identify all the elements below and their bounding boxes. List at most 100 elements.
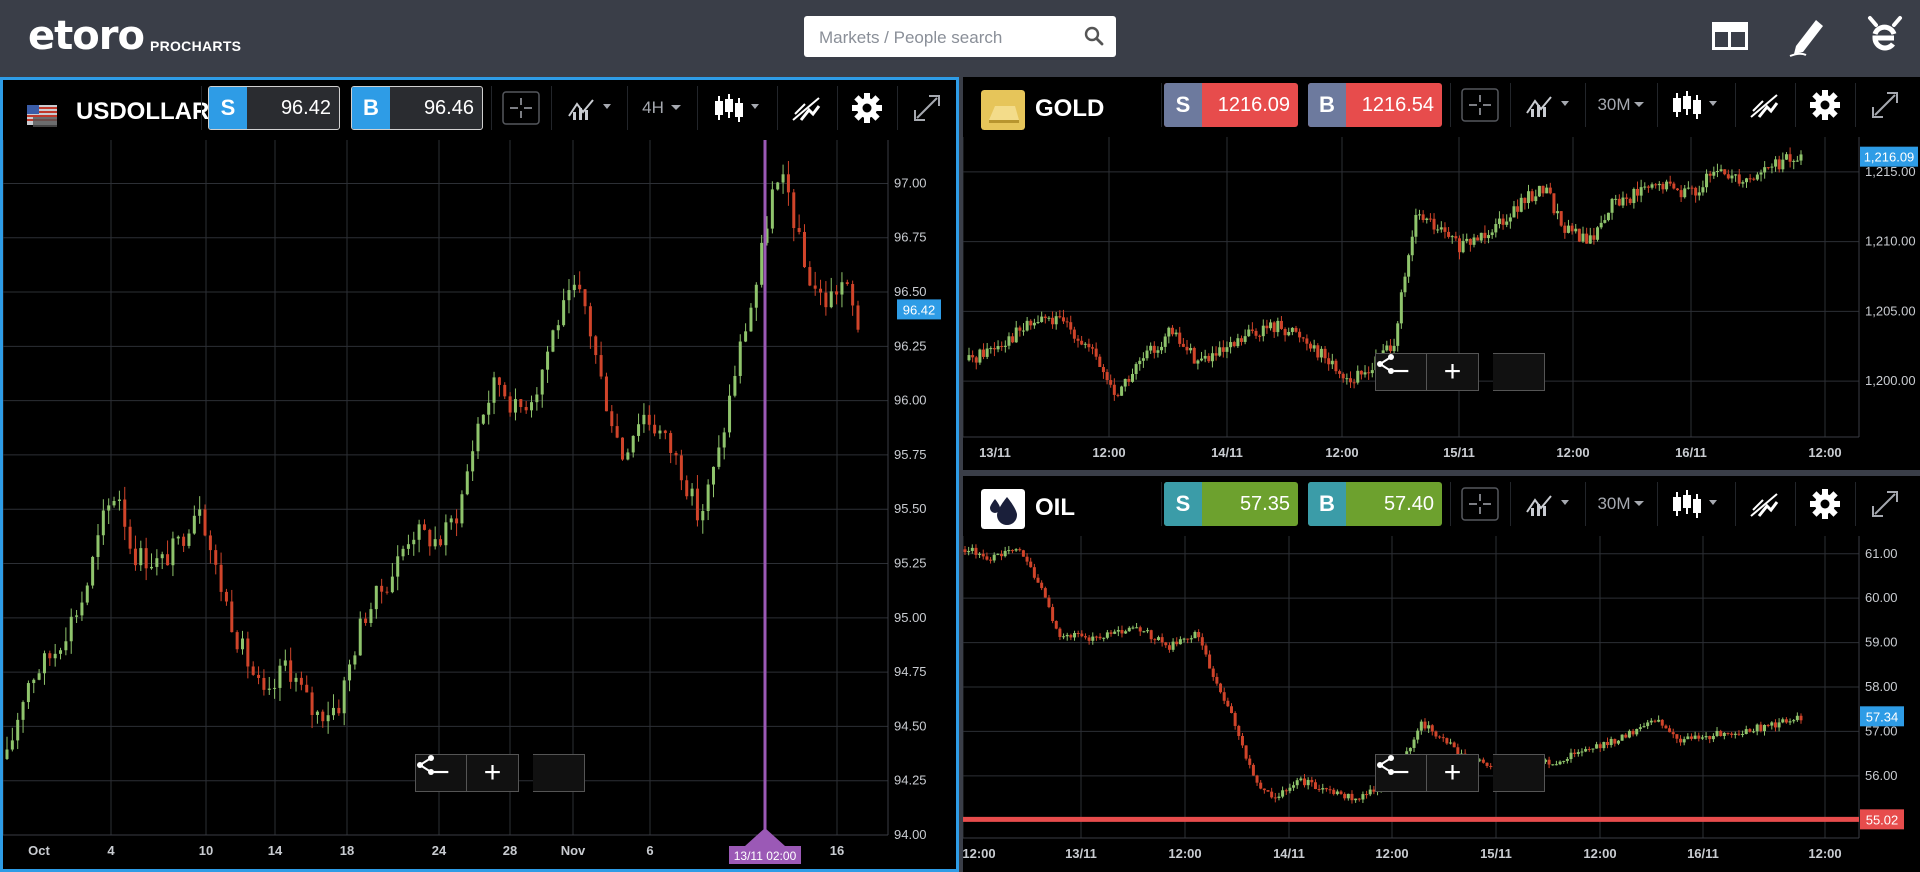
candle-body — [626, 452, 630, 460]
buy-button[interactable]: B 57.40 — [1308, 482, 1442, 526]
etoro-logo[interactable]: etoro PROCHARTS — [28, 12, 241, 56]
candle-body — [1047, 317, 1051, 319]
oil-chart-area[interactable]: 61.0060.0059.0058.0057.0056.0055.0012:00… — [963, 536, 1920, 872]
layout-icon[interactable] — [1708, 14, 1752, 58]
x-tick-label: Oct — [28, 843, 50, 858]
candle-body — [808, 267, 812, 286]
gold-chart-area[interactable]: 1,215.00 1,210.00 1,205.00 1,200.00 13/11 12:… — [963, 137, 1920, 470]
timeframe-label: 30M — [1597, 494, 1631, 513]
candle-body — [1036, 577, 1040, 583]
candle-body — [1338, 371, 1342, 374]
candles-icon[interactable] — [1665, 482, 1725, 526]
candle-body — [1102, 637, 1106, 639]
crosshair-icon[interactable] — [1458, 482, 1502, 526]
candle-body — [1299, 778, 1303, 781]
sell-button[interactable]: S 57.35 — [1164, 482, 1298, 526]
y-tick-label: 94.50 — [894, 718, 927, 733]
candles-icon[interactable] — [1665, 83, 1725, 127]
drawing-icon[interactable] — [785, 86, 829, 130]
oil-chart-panel[interactable]: OIL S 57.35 B 57.40 30M 61.00 60.00 59.0… — [963, 476, 1920, 872]
candle-body — [1341, 373, 1345, 379]
gear-icon[interactable] — [1803, 83, 1847, 127]
y-tick-label: 95.25 — [894, 556, 927, 571]
sell-button[interactable]: S 96.42 — [208, 86, 340, 130]
oil-candlestick-chart[interactable]: 61.0060.0059.0058.0057.0056.0055.0012:00… — [963, 536, 1920, 872]
candle-body — [786, 174, 790, 193]
share-button[interactable] — [1377, 754, 1545, 792]
candle-body — [465, 471, 469, 495]
share-button[interactable] — [1377, 353, 1545, 391]
candle-body — [1741, 733, 1745, 735]
candle-body — [1127, 627, 1131, 632]
candle-body — [992, 554, 996, 561]
buy-button[interactable]: B 1216.54 — [1308, 83, 1442, 127]
gold-chart-panel[interactable]: GOLD S 1216.09 B 1216.54 30M 1,215.00 1,… — [963, 77, 1920, 470]
candle-body — [1113, 631, 1117, 634]
candle-body — [797, 228, 801, 232]
chevron-down-icon — [670, 105, 681, 110]
timeframe-selector[interactable]: 4H — [635, 86, 689, 130]
usd-chart-area[interactable]: 97.00 96.75 96.50 96.25 96.00 95.75 95.50 95.25… — [3, 140, 956, 869]
candle-body — [412, 539, 416, 545]
candle-body — [1693, 735, 1697, 739]
candle-body — [428, 529, 432, 547]
candle-body — [1365, 794, 1369, 796]
panel-header: USDOLLAR S 96.42 B 96.46 4H — [3, 80, 956, 140]
pencil-icon[interactable] — [1786, 14, 1830, 58]
etoro-e-icon[interactable] — [1862, 14, 1906, 58]
crosshair-icon[interactable] — [499, 86, 543, 130]
candle-body — [64, 641, 68, 651]
gear-icon[interactable] — [845, 86, 889, 130]
timeframe-selector[interactable]: 30M — [1591, 83, 1651, 127]
gear-icon[interactable] — [1803, 482, 1847, 526]
expand-icon[interactable] — [905, 86, 949, 130]
indicator-icon[interactable] — [563, 86, 619, 130]
candle-body — [1530, 191, 1534, 202]
search-icon[interactable] — [1084, 26, 1104, 46]
instrument-name: OIL — [1035, 494, 1075, 521]
x-tick-label: 15/11 — [1480, 846, 1512, 861]
candle-body — [1170, 327, 1174, 335]
drawing-icon[interactable] — [1743, 83, 1787, 127]
candle-body — [1237, 725, 1241, 736]
candle-body — [1657, 183, 1661, 186]
x-tick-label: 12:00 — [1375, 846, 1408, 861]
candle-body — [1200, 358, 1204, 361]
candle-body — [1236, 338, 1240, 347]
candle-body — [1430, 725, 1434, 732]
candle-body — [1621, 197, 1625, 206]
candle-body — [1734, 174, 1738, 176]
candle-body — [1385, 345, 1389, 351]
candle-body — [760, 242, 764, 285]
zoom-in-button[interactable]: + — [1427, 754, 1479, 792]
y-tick-label: 58.00 — [1865, 679, 1898, 694]
candle-body — [1447, 231, 1451, 237]
candle-body — [1715, 730, 1719, 736]
candle-body — [1003, 550, 1007, 557]
sell-button[interactable]: S 1216.09 — [1164, 83, 1298, 127]
drawing-icon[interactable] — [1743, 482, 1787, 526]
share-button[interactable] — [417, 754, 585, 792]
current-price-label: 57.34 — [1866, 709, 1899, 724]
indicator-icon[interactable] — [1521, 83, 1577, 127]
zoom-in-button[interactable]: + — [467, 754, 519, 792]
search-input[interactable] — [804, 16, 1091, 59]
candles-icon[interactable] — [707, 86, 767, 130]
usdollar-chart-panel[interactable]: USDOLLAR S 96.42 B 96.46 4H 97.00 96.75 … — [0, 77, 959, 872]
crosshair-icon[interactable] — [1458, 83, 1502, 127]
candle-body — [856, 305, 860, 330]
timeframe-selector[interactable]: 30M — [1591, 482, 1651, 526]
buy-label: B — [1308, 482, 1346, 526]
zoom-in-button[interactable]: + — [1427, 353, 1479, 391]
buy-button[interactable]: B 96.46 — [351, 86, 483, 130]
gold-candlestick-chart[interactable]: 1,215.001,210.001,205.001,200.0013/11 12:… — [963, 137, 1920, 470]
candle-body — [401, 548, 405, 557]
expand-icon[interactable] — [1863, 482, 1907, 526]
y-tick-label: 1,200.00 — [1865, 373, 1916, 388]
indicator-icon[interactable] — [1521, 482, 1577, 526]
expand-icon[interactable] — [1863, 83, 1907, 127]
x-tick-label: 13/11 — [979, 445, 1011, 460]
candle-body — [1094, 348, 1098, 357]
x-tick-label: 18 — [340, 843, 354, 858]
candle-body — [1450, 236, 1454, 238]
